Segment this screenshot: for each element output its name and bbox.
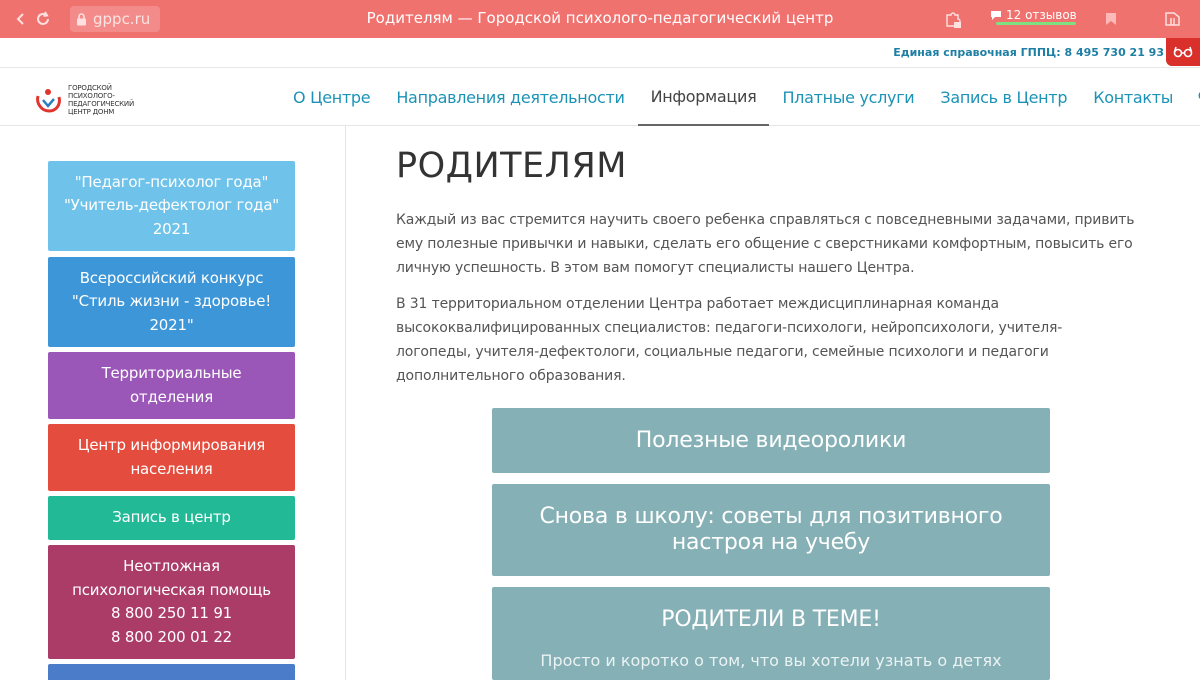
lock-icon [77,12,86,25]
url-text: gppc.ru [93,10,151,28]
card-title: Полезные видеоролики [635,427,907,453]
sidebar-item-line: 2021" [149,315,194,334]
nav-item-contacts[interactable]: Контакты [1080,68,1186,126]
sidebar-item-line: отделения [129,387,214,406]
sidebar-item-label: Неотложная психологическая помощь 8 800 25… [72,555,271,649]
menu-button[interactable] [1160,6,1186,32]
nav-item-paid-services[interactable]: Платные услуги [769,68,927,126]
speech-bubble-icon [991,11,1001,20]
info-strip: Единая справочная ГППЦ: 8 495 730 21 93 [0,38,1200,68]
tab-title: Родителям — Городской психолого-педагоги… [366,9,834,27]
logo-mark-icon [36,89,61,113]
sidebar-item-label: "Педагог-психолог года" "Учитель-дефектол… [64,171,279,242]
intro-paragraph: Каждый из вас стремится научить своего р… [396,212,1135,276]
arrow-left-icon [16,13,24,25]
sidebar-item-line: Неотложная [123,557,220,575]
sidebar-item-info-center[interactable]: Центр информирования населения [48,424,295,491]
sidebar-item-territorial-branches[interactable]: Территориальные отделения [48,352,295,419]
sidebar-item-contest-teacher[interactable]: "Педагог-психолог года" "Учитель-дефектол… [48,161,295,251]
search-button[interactable] [1186,68,1200,126]
reload-icon [37,11,49,25]
sidebar-item-label: Запись в центр [112,506,231,530]
sidebar-item-line: Запись в центр [112,508,231,527]
main-nav: О Центре Направления деятельности Информ… [280,68,1200,126]
site-logo[interactable]: Городской психолого- педагогический цент… [34,80,164,120]
sidebar-panel-icon [1165,12,1180,26]
sidebar-item-line: Территориальные [101,364,242,382]
card-subtitle: Просто и коротко о том, что вы хотели уз… [540,651,1002,670]
bookmark-button[interactable] [1098,6,1124,32]
puzzle-icon [946,12,961,28]
sidebar-item-label: Всероссийский конкурс "Стиль жизни - здор… [72,267,271,338]
sidebar-item-line: населения [130,459,213,478]
card-useful-videos[interactable]: Полезные видеоролики [492,408,1050,473]
sidebar-item-line: 2021 [152,219,191,238]
helpline-phone[interactable]: Единая справочная ГППЦ: 8 495 730 21 93 [893,46,1164,59]
card-title: Снова в школу: советы для позитивного на… [539,504,1003,555]
card-parents-in-topic[interactable]: РОДИТЕЛИ В ТЕМЕ! Просто и коротко о том,… [492,587,1050,680]
reviews-count: 12 отзывов [1006,8,1077,22]
nav-item-directions[interactable]: Направления деятельности [383,68,637,126]
reload-button[interactable] [30,6,56,32]
sidebar-item-contest-lifestyle[interactable]: Всероссийский конкурс "Стиль жизни - здор… [48,257,295,347]
nav-item-appointment[interactable]: Запись в Центр [927,68,1080,126]
sidebar-item-label: Территориальные отделения [102,362,242,409]
sidebar-item-line: "Педагог-психолог года" [74,172,269,191]
site-header: Городской психолого- педагогический цент… [0,68,1200,126]
team-paragraph: В 31 территориальном отделении Центра ра… [396,296,1063,384]
address-bar[interactable]: gppc.ru [70,6,160,32]
sidebar-item-emergency-help[interactable]: Неотложная психологическая помощь 8 800 25… [48,545,295,659]
bookmark-icon [1106,13,1116,25]
logo-text: Городской психолого- педагогический цент… [68,84,134,116]
sidebar-item-line: Центр информирования [77,436,266,454]
nav-item-information[interactable]: Информация [637,68,770,126]
accessibility-button[interactable] [1166,38,1200,66]
sidebar-item-line: "Учитель-дефектолог года" [63,196,280,215]
sidebar-item-line: психологическая помощь [72,580,271,599]
sidebar-item-line: 8 800 200 01 22 [110,627,233,646]
sidebar-item-line: Всероссийский конкурс [79,268,264,287]
extensions-button[interactable] [940,6,966,32]
glasses-icon [1173,46,1193,58]
sidebar-item-line: 8 800 250 11 91 [110,604,233,622]
card-back-to-school[interactable]: Снова в школу: советы для позитивного на… [492,484,1050,576]
browser-toolbar: gppc.ru Родителям — Городской психолого-… [0,0,1200,38]
sidebar-item-line: "Стиль жизни - здоровье! [71,292,272,311]
nav-item-about[interactable]: О Центре [280,68,383,126]
page-title: РОДИТЕЛЯМ [396,146,628,186]
sidebar-item-appointment[interactable]: Запись в центр [48,496,295,540]
card-title: РОДИТЕЛИ В ТЕМЕ! [661,607,881,632]
reviews-rating-bar [996,22,1076,25]
sidebar-item-more[interactable] [48,664,295,680]
sidebar-item-label: Центр информирования населения [78,434,265,481]
